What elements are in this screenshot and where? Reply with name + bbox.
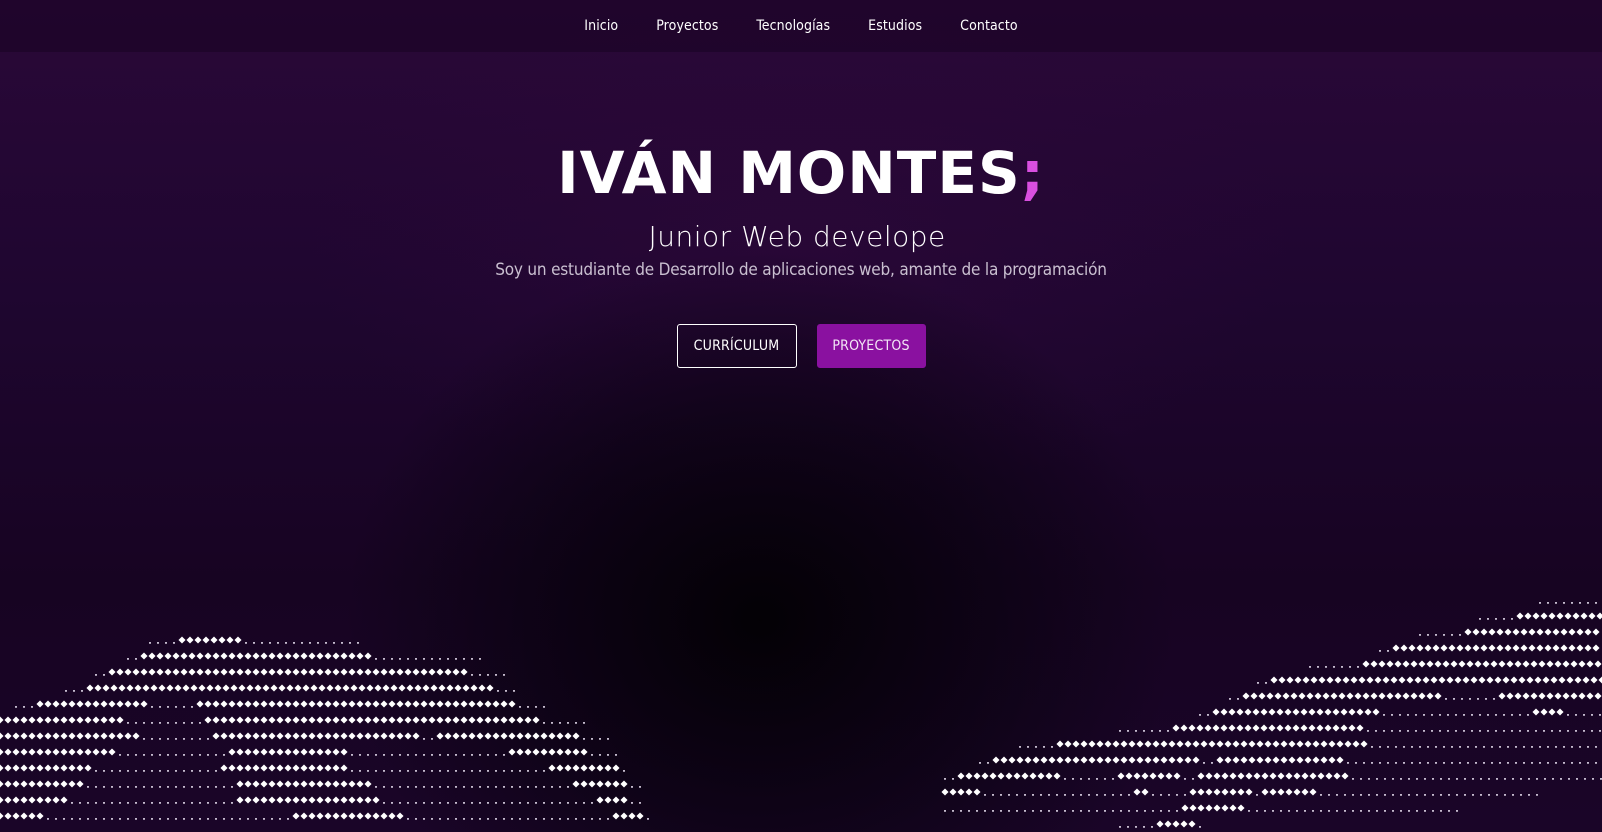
curriculum-button[interactable]: Currículum [676,324,797,368]
nav-item-tecnologias[interactable]: Tecnologías [756,18,830,34]
hero-role: Junior Web develope [648,220,946,253]
top-navigation: Inicio Proyectos Tecnologías Estudios Co… [0,0,1602,52]
hero-background [0,0,1602,832]
projects-button[interactable]: Proyectos [816,324,926,368]
hero-name-semicolon: ; [1020,139,1045,207]
hero-section: IVÁN MONTES; Junior Web develope Soy un … [0,130,1602,280]
nav-item-proyectos[interactable]: Proyectos [656,18,718,34]
hero-title: IVÁN MONTES; [0,130,1602,216]
hero-description: Soy un estudiante de Desarrollo de aplic… [495,260,1107,280]
nav-item-inicio[interactable]: Inicio [584,18,618,34]
nav-item-contacto[interactable]: Contacto [960,18,1018,34]
hero-name: IVÁN MONTES [557,139,1021,207]
nav-item-estudios[interactable]: Estudios [868,18,922,34]
hero-buttons: Currículum Proyectos [0,324,1602,368]
